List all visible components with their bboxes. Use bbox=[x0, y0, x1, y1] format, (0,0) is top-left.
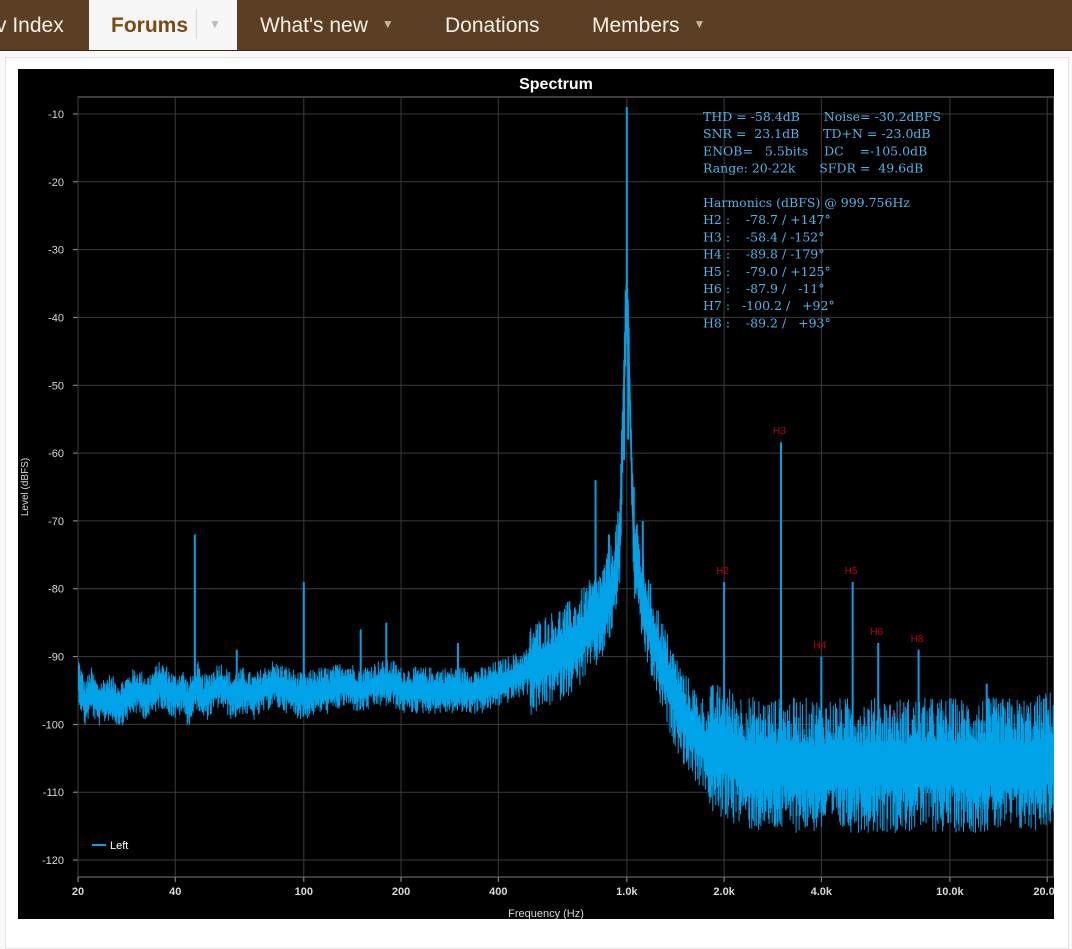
y-tick-label: -40 bbox=[48, 312, 64, 324]
x-axis-label: Frequency (Hz) bbox=[508, 908, 584, 919]
measurement-text-line: ENOB= 5.5bits DC =-105.0dB bbox=[703, 143, 927, 158]
y-tick-label: -10 bbox=[48, 109, 64, 121]
harmonic-marker-label: H6 bbox=[870, 627, 883, 638]
nav-item-forums[interactable]: Forums ▼ bbox=[89, 0, 237, 50]
harmonic-marker-label: H2 bbox=[716, 566, 729, 577]
measurement-text-line: H5 : -79.0 / +125° bbox=[703, 264, 831, 279]
measurement-text-line: H6 : -87.9 / -11° bbox=[703, 281, 824, 296]
nav-item-members[interactable]: Members ▼ bbox=[592, 0, 705, 50]
nav-item-index[interactable]: v Index bbox=[0, 0, 64, 50]
harmonic-marker-label: H8 bbox=[911, 634, 924, 645]
spectrum-chart: -10 -20 -30 -40 -50 -60 -70 -80 -90 -100 -110 -120 2… bbox=[18, 69, 1054, 919]
x-tick-label: 400 bbox=[489, 886, 507, 898]
x-tick-label: 20.0k bbox=[1033, 886, 1054, 898]
measurement-text-line: THD = -58.4dB Noise= -30.2dBFS bbox=[703, 109, 941, 124]
y-axis-label: Level (dBFS) bbox=[20, 458, 31, 516]
x-tick-label: 200 bbox=[392, 886, 410, 898]
y-tick-label: -30 bbox=[48, 245, 64, 257]
x-tick-label: 1.0k bbox=[616, 886, 638, 898]
y-tick-label: -20 bbox=[48, 177, 64, 189]
y-tick-label: -120 bbox=[42, 855, 64, 867]
x-tick-label: 4.0k bbox=[811, 886, 833, 898]
nav-item-whats-new-label: What's new bbox=[260, 14, 368, 37]
x-tick-label: 40 bbox=[169, 886, 181, 898]
chevron-down-icon[interactable]: ▼ bbox=[382, 0, 394, 50]
harmonic-marker-label: H4 bbox=[813, 641, 826, 652]
nav-item-whats-new[interactable]: What's new ▼ bbox=[260, 0, 394, 50]
x-tick-label: 2.0k bbox=[713, 886, 735, 898]
chevron-down-icon[interactable]: ▼ bbox=[694, 0, 706, 50]
y-tick-label: -80 bbox=[48, 584, 64, 596]
harmonic-marker-label: H5 bbox=[845, 566, 858, 577]
measurement-text-line: SNR = 23.1dB TD+N = -23.0dB bbox=[703, 126, 931, 141]
x-tick-label: 20 bbox=[72, 886, 84, 898]
measurement-text-line: H3 : -58.4 / -152° bbox=[703, 229, 824, 244]
measurement-text-line: H2 : -78.7 / +147° bbox=[703, 212, 831, 227]
measurement-text-line: H4 : -89.8 / -179° bbox=[703, 247, 824, 262]
y-tick-label: -70 bbox=[48, 516, 64, 528]
harmonic-marker-label: H7 bbox=[892, 708, 905, 719]
y-tick-label: -50 bbox=[48, 380, 64, 392]
y-tick-label: -110 bbox=[43, 787, 64, 799]
measurement-text-line: H7 : -100.2 / +92° bbox=[703, 298, 835, 313]
nav-item-donations[interactable]: Donations bbox=[445, 0, 540, 50]
y-tick-label: -60 bbox=[48, 448, 64, 460]
nav-item-forums-label: Forums bbox=[111, 14, 189, 37]
nav-item-index-label: v Index bbox=[0, 14, 64, 37]
chart-title: Spectrum bbox=[519, 76, 593, 93]
top-nav: v Index Forums ▼ What's new ▼ Donations Me… bbox=[0, 0, 1072, 51]
spectrum-plot: -10 -20 -30 -40 -50 -60 -70 -80 -90 -100 -110 -120 2… bbox=[20, 76, 1054, 919]
nav-item-members-label: Members bbox=[592, 14, 680, 37]
measurement-text-line: Range: 20-22k SFDR = 49.6dB bbox=[703, 161, 923, 176]
measurement-text-line: Harmonics (dBFS) @ 999.756Hz bbox=[703, 195, 910, 210]
nav-item-donations-label: Donations bbox=[445, 14, 540, 37]
y-tick-label: -90 bbox=[48, 652, 64, 664]
chevron-down-icon[interactable]: ▼ bbox=[209, 0, 221, 50]
x-tick-label: 100 bbox=[295, 886, 313, 898]
legend-label-left: Left bbox=[110, 840, 128, 852]
measurement-text-line: H8 : -89.2 / +93° bbox=[703, 315, 831, 330]
nav-divider bbox=[196, 9, 198, 40]
x-tick-label: 10.0k bbox=[936, 886, 964, 898]
y-tick-label: -100 bbox=[42, 719, 64, 731]
harmonic-marker-label: H3 bbox=[773, 426, 786, 437]
